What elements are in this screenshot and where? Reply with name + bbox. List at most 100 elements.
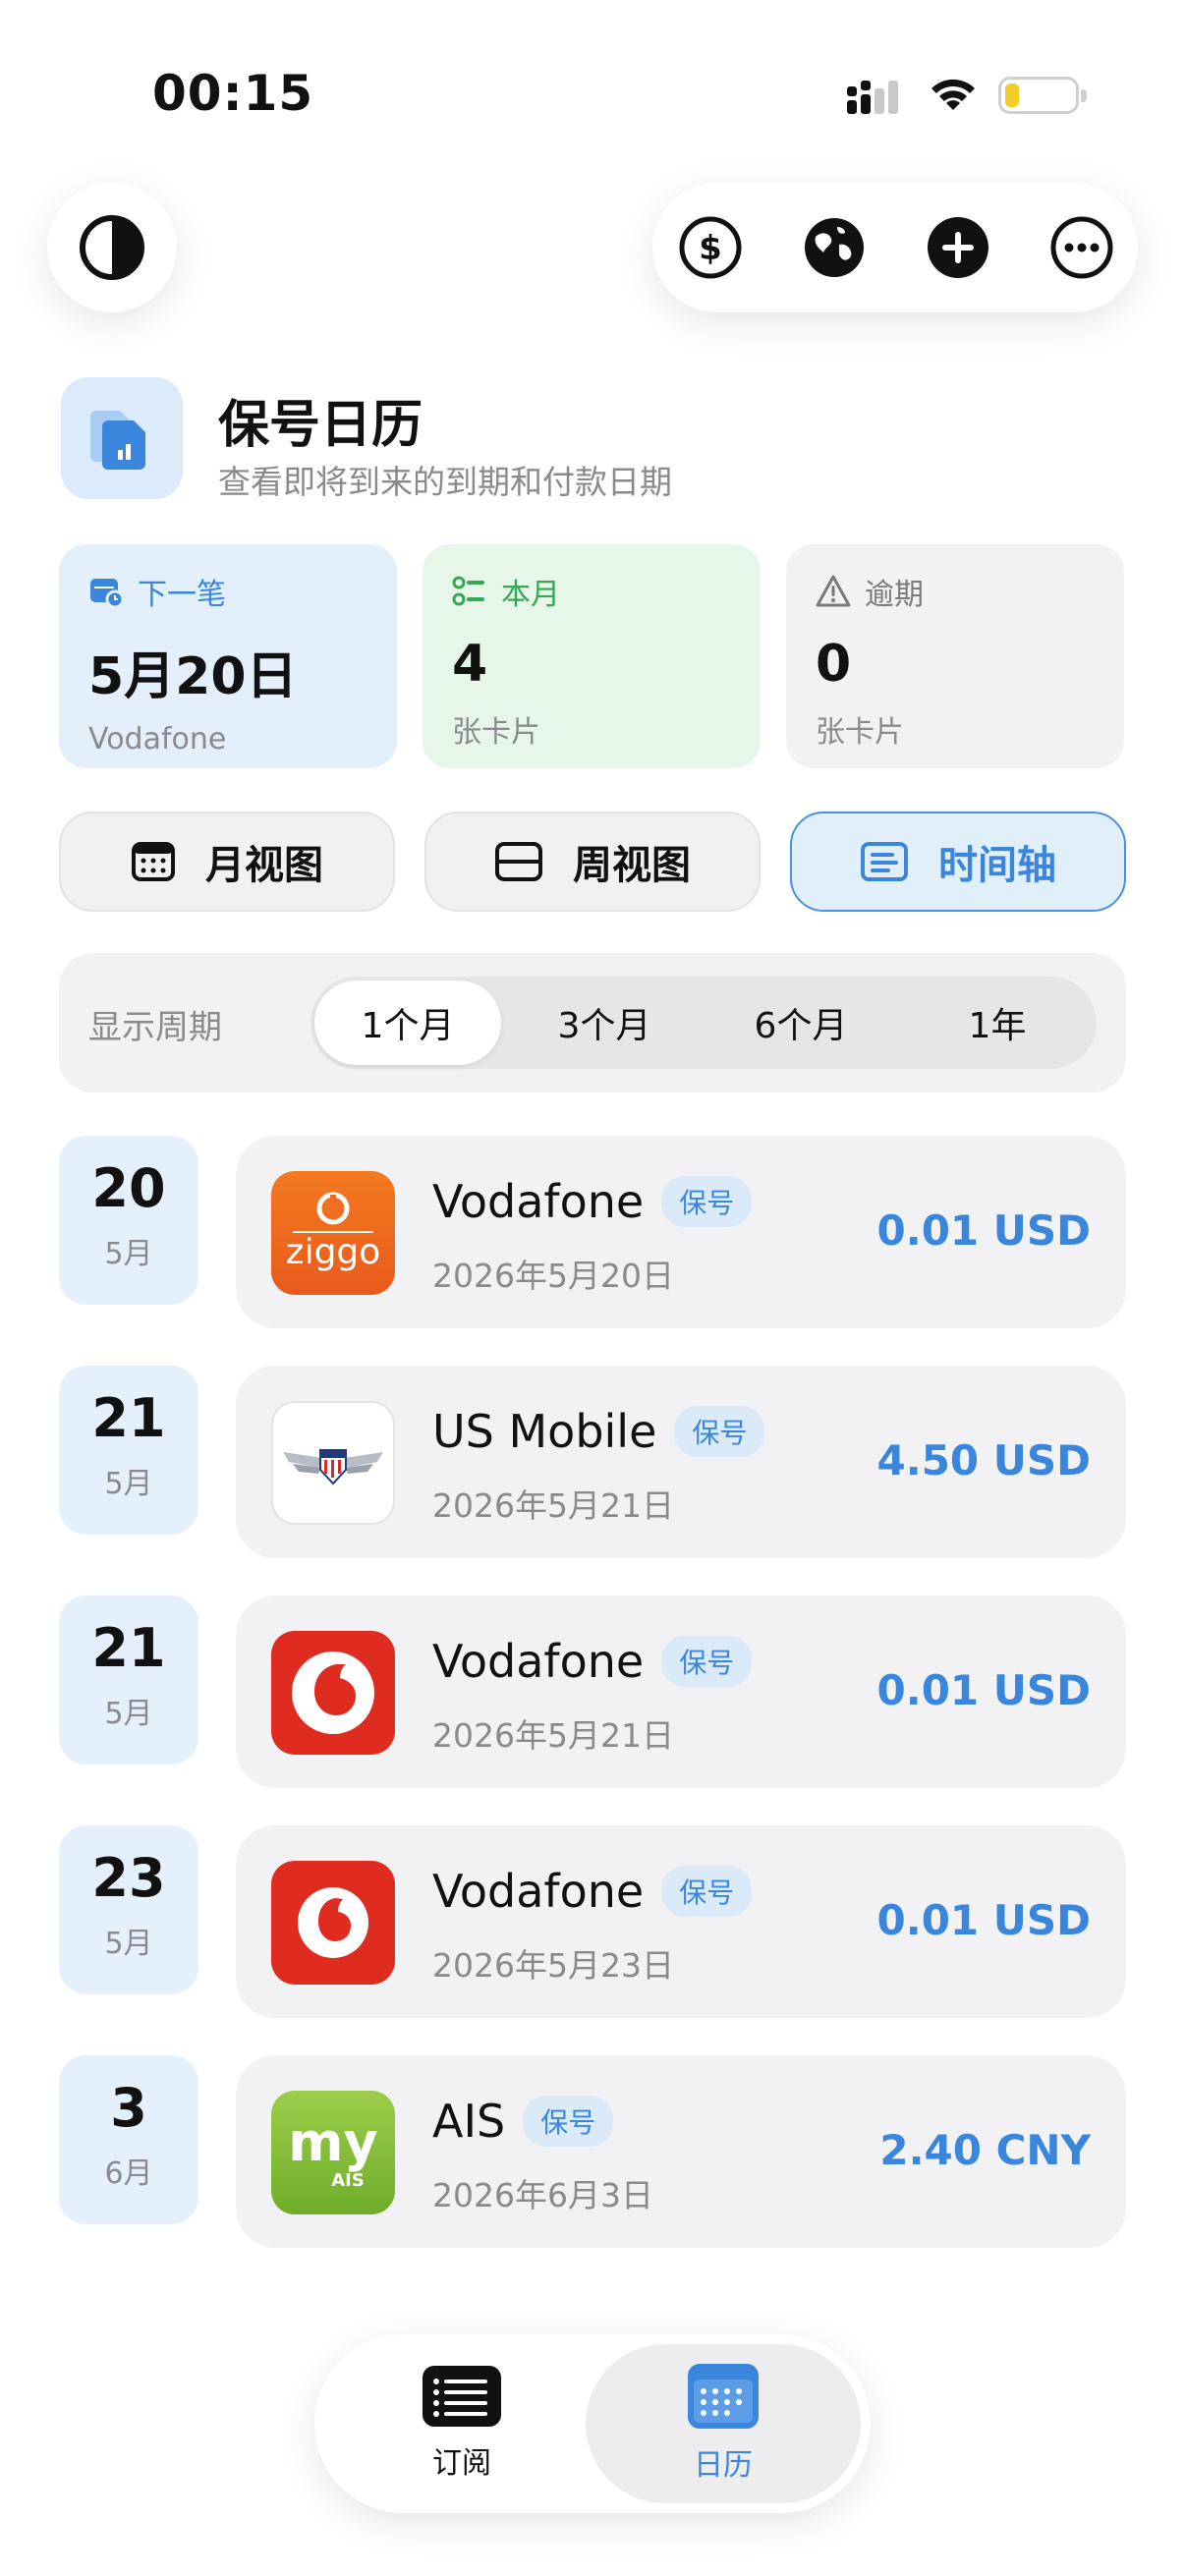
item-name: US Mobile [432, 1405, 657, 1458]
page-title: 保号日历 [218, 396, 423, 455]
cellular-signal-icon [847, 81, 898, 114]
ais-logo: my AIS [271, 2091, 395, 2214]
tab-label: 日历 [694, 2448, 753, 2483]
calendar-clock-icon [90, 579, 124, 609]
item-name: AIS [432, 2095, 506, 2148]
item-name: Vodafone [432, 1865, 645, 1918]
stat-sub: 张卡片 [816, 715, 904, 750]
sim-card-icon [61, 377, 183, 499]
keep-number-badge: 保号 [661, 1866, 753, 1917]
logo-text: my [288, 2110, 378, 2173]
date-month: 5月 [104, 1697, 153, 1731]
stat-label: 本月 [501, 578, 560, 612]
contrast-icon [80, 215, 144, 280]
timeline-view-button[interactable]: 时间轴 [790, 812, 1126, 912]
date-day: 3 [110, 2077, 147, 2139]
timeline-item[interactable]: US Mobile 保号 2026年5月21日 4.50 USD [236, 1366, 1126, 1558]
more-icon[interactable] [1049, 215, 1114, 280]
keep-number-badge: 保号 [661, 1636, 753, 1687]
item-date: 2026年5月20日 [432, 1257, 674, 1295]
timeline-date: 21 5月 [59, 1366, 198, 1535]
ziggo-logo: ziggo [271, 1171, 395, 1295]
warning-icon [816, 575, 851, 607]
keep-number-badge: 保号 [523, 2096, 614, 2147]
item-date: 2026年6月3日 [432, 2176, 653, 2214]
currency-icon[interactable]: $ [678, 215, 743, 280]
stat-overdue[interactable]: 逾期 0 张卡片 [786, 544, 1124, 768]
date-day: 21 [91, 1617, 166, 1679]
stat-label: 下一笔 [138, 578, 226, 612]
period-option-1y[interactable]: 1年 [904, 980, 1091, 1065]
stat-this-month[interactable]: 本月 4 张卡片 [423, 544, 761, 768]
calendar-icon [132, 842, 175, 881]
date-day: 20 [91, 1157, 166, 1219]
period-option-1m[interactable]: 1个月 [314, 980, 501, 1065]
stat-value: 4 [452, 635, 488, 694]
period-segmented-control: 1个月 3个月 6个月 1年 [310, 977, 1097, 1069]
stat-sub: Vodafone [88, 722, 227, 756]
date-day: 23 [91, 1847, 166, 1909]
tab-subscriptions[interactable]: 订阅 [324, 2344, 599, 2503]
tab-label: 订阅 [432, 2446, 491, 2481]
date-month: 5月 [104, 1927, 153, 1961]
status-time: 00:15 [152, 65, 314, 122]
logo-subtext: AIS [331, 2169, 365, 2191]
date-month: 5月 [104, 1467, 153, 1501]
item-amount: 0.01 USD [876, 1666, 1091, 1714]
view-label: 时间轴 [938, 843, 1056, 888]
timeline-date: 3 6月 [59, 2055, 198, 2224]
item-date: 2026年5月21日 [432, 1716, 674, 1755]
calendar-icon [688, 2364, 759, 2429]
stat-sub: 张卡片 [452, 715, 540, 750]
stat-value: 0 [816, 635, 852, 694]
item-amount: 0.01 USD [876, 1206, 1091, 1255]
stat-next-payment[interactable]: 下一笔 5月20日 Vodafone [59, 544, 397, 768]
item-amount: 4.50 USD [876, 1436, 1091, 1484]
timeline-date: 23 5月 [59, 1825, 198, 1994]
list-icon [423, 2366, 501, 2427]
svg-text:$: $ [699, 229, 722, 268]
stat-value: 5月20日 [88, 647, 298, 706]
date-month: 6月 [104, 2156, 153, 2191]
month-view-button[interactable]: 月视图 [59, 812, 395, 912]
item-date: 2026年5月21日 [432, 1486, 674, 1525]
vodafone-logo [271, 1861, 395, 1985]
bottom-tab-bar: 订阅 日历 [314, 2334, 871, 2513]
page-subtitle: 查看即将到来的到期和付款日期 [218, 463, 672, 501]
top-action-bar: $ [652, 183, 1138, 312]
battery-icon [998, 77, 1087, 114]
date-month: 5月 [104, 1237, 153, 1271]
date-day: 21 [91, 1387, 166, 1449]
timeline-item[interactable]: my AIS AIS 保号 2026年6月3日 2.40 CNY [236, 2055, 1126, 2248]
period-option-6m[interactable]: 6个月 [707, 980, 894, 1065]
vodafone-logo [271, 1631, 395, 1755]
timeline-date: 21 5月 [59, 1596, 198, 1764]
week-icon [495, 842, 542, 881]
view-label: 月视图 [205, 843, 323, 888]
view-label: 周视图 [573, 843, 691, 888]
us-mobile-logo [271, 1401, 395, 1525]
timeline-item[interactable]: Vodafone 保号 2026年5月23日 0.01 USD [236, 1825, 1126, 2018]
keep-number-badge: 保号 [661, 1176, 753, 1227]
item-name: Vodafone [432, 1635, 645, 1688]
item-amount: 0.01 USD [876, 1896, 1091, 1944]
period-selector: 显示周期 1个月 3个月 6个月 1年 [59, 953, 1126, 1092]
checklist-icon [452, 576, 484, 606]
item-name: Vodafone [432, 1175, 645, 1228]
item-date: 2026年5月23日 [432, 1946, 674, 1985]
theme-toggle-button[interactable] [47, 183, 177, 312]
logo-text: ziggo [285, 1232, 381, 1272]
week-view-button[interactable]: 周视图 [424, 812, 761, 912]
timeline-date: 20 5月 [59, 1136, 198, 1305]
add-icon[interactable] [926, 215, 990, 280]
stat-label: 逾期 [865, 578, 924, 612]
item-amount: 2.40 CNY [879, 2126, 1091, 2174]
keep-number-badge: 保号 [674, 1406, 765, 1457]
period-label: 显示周期 [88, 1008, 222, 1047]
globe-icon[interactable] [802, 215, 867, 280]
period-option-3m[interactable]: 3个月 [511, 980, 698, 1065]
timeline-icon [861, 842, 908, 881]
timeline-item[interactable]: Vodafone 保号 2026年5月21日 0.01 USD [236, 1596, 1126, 1788]
timeline-item[interactable]: ziggo Vodafone 保号 2026年5月20日 0.01 USD [236, 1136, 1126, 1328]
tab-calendar[interactable]: 日历 [586, 2344, 861, 2503]
